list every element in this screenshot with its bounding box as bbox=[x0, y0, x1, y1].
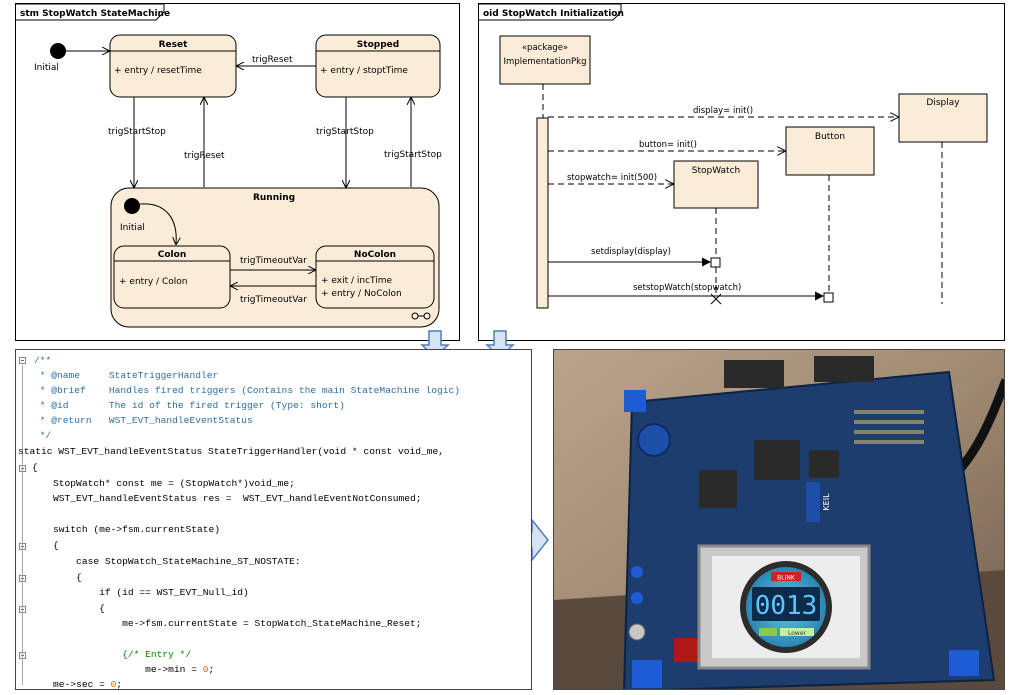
code-line: switch (me->fsm.currentState) bbox=[30, 524, 220, 535]
board-logo: KEIL bbox=[822, 493, 831, 511]
code-line: */ bbox=[34, 430, 52, 441]
code-line: WST_EVT_handleEventStatus res = WST_EVT_… bbox=[30, 493, 422, 504]
code-line: {/* Entry */ bbox=[30, 649, 192, 660]
code-line: me->sec = 0; bbox=[30, 679, 123, 690]
code-line: static WST_EVT_handleEventStatus StateTr… bbox=[18, 446, 445, 457]
code-line: * @return WST_EVT_handleEventStatus bbox=[34, 415, 253, 426]
code-line: me->fsm.currentState = StopWatch_StateMa… bbox=[30, 618, 422, 629]
code-line: * @id The id of the fired trigger (Type:… bbox=[34, 400, 345, 411]
lower-label: Lower bbox=[788, 630, 807, 637]
code-line: { bbox=[30, 540, 59, 551]
display-tag: BLINK bbox=[777, 575, 796, 582]
code-line: { bbox=[30, 572, 82, 583]
code-line: StopWatch* const me = (StopWatch*)void_m… bbox=[30, 478, 295, 489]
code-line: if (id == WST_EVT_Null_id) bbox=[30, 587, 249, 598]
code-line: me->min = 0; bbox=[30, 664, 215, 675]
fold-toggle-icon[interactable] bbox=[19, 357, 26, 364]
hardware-photo: KEIL BLINK 0013 Lower bbox=[553, 349, 1005, 690]
code-line: /** bbox=[34, 355, 52, 366]
code-line: { bbox=[32, 462, 38, 473]
code-gutter bbox=[16, 350, 30, 689]
board-photo-illustration: KEIL BLINK 0013 Lower bbox=[554, 350, 1004, 689]
code-line: { bbox=[30, 603, 105, 614]
code-line: * @brief Handles fired triggers (Contain… bbox=[34, 385, 461, 396]
code-editor: /** * @name StateTriggerHandler * @brief… bbox=[15, 349, 532, 690]
code-line: case StopWatch_StateMachine_ST_NOSTATE: bbox=[30, 556, 301, 567]
code-line: * @name StateTriggerHandler bbox=[34, 370, 219, 381]
display-digits: 0013 bbox=[755, 591, 818, 621]
